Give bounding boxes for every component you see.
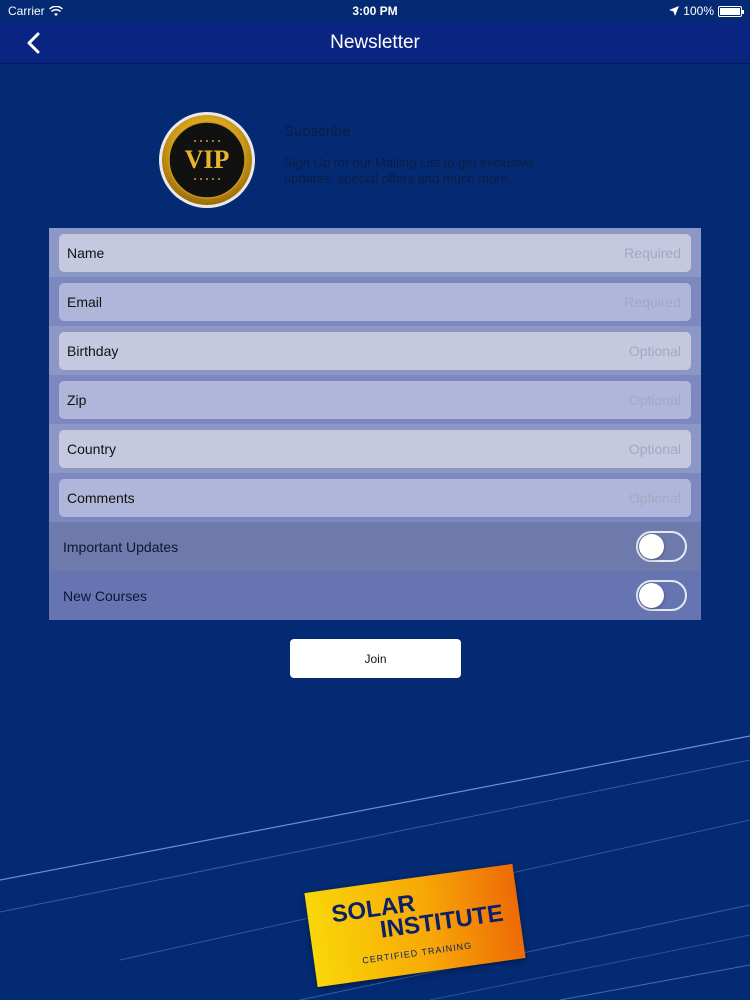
email-row: Email [49, 277, 701, 326]
new-courses-label: New Courses [63, 587, 148, 604]
birthday-field[interactable]: Birthday [59, 332, 691, 370]
battery-percent: 100% [683, 4, 714, 18]
vip-badge-text: VIP [185, 145, 230, 174]
comments-row: Comments [49, 473, 701, 522]
birthday-input[interactable] [381, 343, 681, 359]
birthday-row: Birthday [49, 326, 701, 375]
important-updates-toggle[interactable] [636, 531, 687, 562]
email-field[interactable]: Email [59, 283, 691, 321]
toggle-knob [639, 583, 664, 608]
status-right: 100% [669, 4, 744, 18]
status-time: 3:00 PM [352, 4, 398, 18]
zip-label: Zip [67, 392, 87, 408]
logo-line-tagline: CERTIFIED TRAINING [361, 940, 473, 966]
back-button[interactable] [18, 28, 48, 58]
comments-field[interactable]: Comments [59, 479, 691, 517]
birthday-label: Birthday [67, 343, 119, 359]
email-label: Email [67, 294, 103, 310]
zip-row: Zip [49, 375, 701, 424]
subscribe-title: Subscribe [284, 123, 351, 140]
zip-input[interactable] [381, 392, 681, 408]
comments-input[interactable] [381, 490, 681, 506]
newsletter-form: Name Email Birthday Zip Country Comments [49, 228, 701, 620]
name-field[interactable]: Name [59, 234, 691, 272]
new-courses-row: New Courses [49, 571, 701, 620]
subscribe-description: Sign Up for our Mailing List to get excl… [284, 155, 534, 186]
important-updates-row: Important Updates [49, 522, 701, 571]
battery-icon [718, 5, 744, 17]
name-input[interactable] [381, 245, 681, 261]
important-updates-label: Important Updates [63, 538, 179, 555]
navigation-bar: Newsletter [0, 22, 750, 64]
name-row: Name [49, 228, 701, 277]
email-input[interactable] [381, 294, 681, 310]
new-courses-toggle[interactable] [636, 580, 687, 611]
status-left: Carrier [8, 4, 63, 18]
zip-field[interactable]: Zip [59, 381, 691, 419]
status-bar: Carrier 3:00 PM 100% [0, 0, 750, 22]
vip-badge-icon: VIP [159, 112, 255, 208]
country-input[interactable] [381, 441, 681, 457]
wifi-icon [48, 5, 63, 16]
country-row: Country [49, 424, 701, 473]
battery-fill [720, 7, 740, 15]
chevron-left-icon [27, 32, 40, 54]
country-label: Country [67, 441, 117, 457]
comments-label: Comments [67, 490, 135, 506]
page-title: Newsletter [330, 31, 420, 53]
name-label: Name [67, 245, 105, 261]
toggle-knob [639, 534, 664, 559]
join-button[interactable]: Join [290, 639, 461, 678]
location-arrow-icon [669, 6, 680, 16]
country-field[interactable]: Country [59, 430, 691, 468]
carrier-label: Carrier [8, 4, 45, 18]
